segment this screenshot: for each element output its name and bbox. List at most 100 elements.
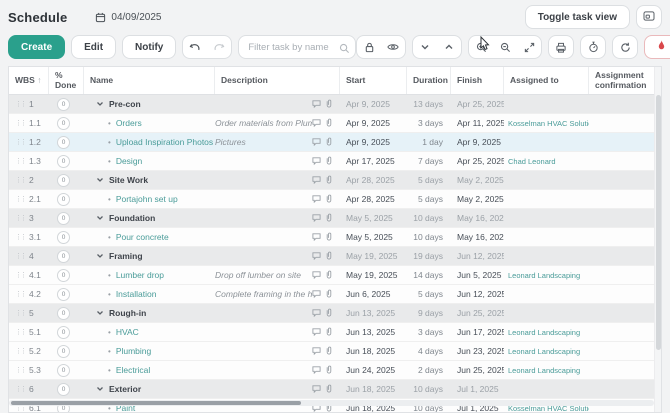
attachment-icon[interactable] [325,232,333,243]
chevron-down-icon[interactable] [413,36,437,58]
collapse-chevron-icon[interactable] [96,175,104,185]
collapse-chevron-icon[interactable] [96,384,104,394]
task-row[interactable]: ⋮⋮ 3.1 0 • Pour concrete May 5, 2025 10 … [9,228,661,247]
col-header-wbs[interactable]: WBS ↑ [9,67,49,94]
vertical-scrollbar-thumb[interactable] [656,95,661,350]
redo-icon[interactable] [207,36,231,58]
attachment-icon[interactable] [325,137,333,148]
critical-path-button[interactable]: Critical path [644,35,670,59]
attachment-icon[interactable] [325,99,333,110]
stopwatch-icon[interactable] [581,36,605,58]
drag-handle-icon[interactable]: ⋮⋮ [15,234,27,241]
drag-handle-icon[interactable]: ⋮⋮ [15,329,27,336]
percent-done-badge[interactable]: 0 [57,192,70,206]
percent-done-badge[interactable]: 0 [57,116,70,130]
comment-icon[interactable] [312,346,321,357]
task-row[interactable]: ⋮⋮ 1.2 0 • Upload Inspiration Photos Pic… [9,133,661,152]
col-header-assigned[interactable]: Assigned to [504,67,589,94]
task-row[interactable]: ⋮⋮ 3 0 • Foundation May [9,209,661,228]
zoom-in-icon[interactable] [469,36,493,58]
collapse-chevron-icon[interactable] [96,308,104,318]
attachment-icon[interactable] [325,365,333,376]
task-row[interactable]: ⋮⋮ 4.2 0 • Installation Complete framing… [9,285,661,304]
percent-done-badge[interactable]: 0 [57,325,70,339]
col-header-name[interactable]: Name [84,67,215,94]
task-row[interactable]: ⋮⋮ 5.2 0 • Plumbing Jun 18, 2025 4 days … [9,342,661,361]
percent-done-badge[interactable]: 0 [57,306,70,320]
drag-handle-icon[interactable]: ⋮⋮ [15,196,27,203]
task-row[interactable]: ⋮⋮ 1 0 • Pre-con Apr 9, [9,95,661,114]
task-row[interactable]: ⋮⋮ 2.1 0 • Portajohn set up Apr 28, 2025… [9,190,661,209]
percent-done-badge[interactable]: 0 [57,287,70,301]
zoom-out-icon[interactable] [493,36,517,58]
attachment-icon[interactable] [325,251,333,262]
attachment-icon[interactable] [325,327,333,338]
drag-handle-icon[interactable]: ⋮⋮ [15,253,27,260]
drag-handle-icon[interactable]: ⋮⋮ [15,177,27,184]
collapse-chevron-icon[interactable] [96,213,104,223]
task-row[interactable]: ⋮⋮ 2 0 • Site Work Apr [9,171,661,190]
view-layout-button[interactable] [636,5,662,29]
attachment-icon[interactable] [325,118,333,129]
percent-done-badge[interactable]: 0 [57,211,70,225]
percent-done-badge[interactable]: 0 [57,135,70,149]
fullscreen-icon[interactable] [517,36,541,58]
drag-handle-icon[interactable]: ⋮⋮ [15,386,27,393]
comment-icon[interactable] [312,365,321,376]
attachment-icon[interactable] [325,289,333,300]
comment-icon[interactable] [312,213,321,224]
vertical-scrollbar[interactable] [654,67,661,412]
task-row[interactable]: ⋮⋮ 4.1 0 • Lumber drop Drop off lumber o… [9,266,661,285]
comment-icon[interactable] [312,327,321,338]
comment-icon[interactable] [312,156,321,167]
comment-icon[interactable] [312,384,321,395]
horizontal-scrollbar-thumb[interactable] [11,401,301,405]
lock-icon[interactable] [357,36,381,58]
horizontal-scrollbar[interactable] [9,400,654,406]
collapse-chevron-icon[interactable] [96,251,104,261]
col-header-finish[interactable]: Finish [451,67,504,94]
percent-done-badge[interactable]: 0 [57,173,70,187]
comment-icon[interactable] [312,251,321,262]
percent-done-badge[interactable]: 0 [57,154,70,168]
comment-icon[interactable] [312,194,321,205]
task-row[interactable]: ⋮⋮ 5.3 0 • Electrical Jun 24, 2025 2 day… [9,361,661,380]
comment-icon[interactable] [312,118,321,129]
task-row[interactable]: ⋮⋮ 4 0 • Framing May 19 [9,247,661,266]
date-picker[interactable]: 04/09/2025 [95,12,161,23]
attachment-icon[interactable] [325,175,333,186]
percent-done-badge[interactable]: 0 [57,249,70,263]
chevron-up-icon[interactable] [437,36,461,58]
eye-icon[interactable] [381,36,405,58]
percent-done-badge[interactable]: 0 [57,344,70,358]
comment-icon[interactable] [312,175,321,186]
comment-icon[interactable] [312,289,321,300]
attachment-icon[interactable] [325,270,333,281]
col-header-confirmation[interactable]: Assignment confirmation [589,67,661,94]
task-row[interactable]: ⋮⋮ 5 0 • Rough-in Jun 1 [9,304,661,323]
comment-icon[interactable] [312,137,321,148]
col-header-start[interactable]: Start [340,67,407,94]
percent-done-badge[interactable]: 0 [57,382,70,396]
percent-done-badge[interactable]: 0 [57,230,70,244]
col-header-description[interactable]: Description [215,67,340,94]
task-row[interactable]: ⋮⋮ 5.1 0 • HVAC Jun 13, 2025 3 days Jun … [9,323,661,342]
print-icon[interactable] [549,36,573,58]
attachment-icon[interactable] [325,213,333,224]
attachment-icon[interactable] [325,346,333,357]
comment-icon[interactable] [312,99,321,110]
percent-done-badge[interactable]: 0 [57,363,70,377]
percent-done-badge[interactable]: 0 [57,97,70,111]
drag-handle-icon[interactable]: ⋮⋮ [15,139,27,146]
drag-handle-icon[interactable]: ⋮⋮ [15,158,27,165]
edit-button[interactable]: Edit [71,35,117,59]
comment-icon[interactable] [312,232,321,243]
undo-icon[interactable] [183,36,207,58]
col-header-done[interactable]: % Done [49,67,84,94]
task-row[interactable]: ⋮⋮ 6 0 • Exterior Jun 1 [9,380,661,399]
create-button[interactable]: Create [8,35,66,59]
refresh-icon[interactable] [613,36,637,58]
drag-handle-icon[interactable]: ⋮⋮ [15,215,27,222]
drag-handle-icon[interactable]: ⋮⋮ [15,310,27,317]
attachment-icon[interactable] [325,308,333,319]
